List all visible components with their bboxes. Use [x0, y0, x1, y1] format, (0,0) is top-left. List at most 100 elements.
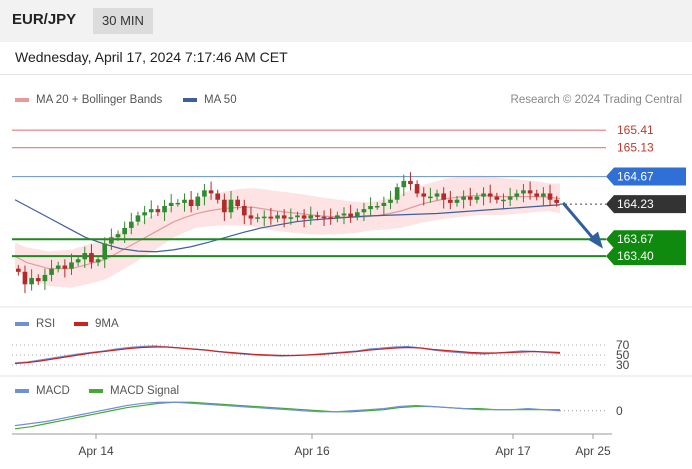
rsi-panel: 705030 [12, 338, 630, 372]
macd-panel: 0 [14, 401, 623, 430]
candle-body [388, 199, 393, 203]
candle-body [89, 253, 94, 263]
candle-body [255, 217, 260, 219]
price-chart[interactable]: 165.41 165.13 164.67 164.23 163.67 163.40 705… [0, 0, 692, 469]
candle-body [501, 199, 506, 202]
price-tag-pivot: 164.67 [606, 167, 686, 186]
candle-body [235, 199, 240, 206]
rsi-level-label: 30 [616, 358, 630, 372]
candle-body [75, 259, 81, 263]
candle-body [295, 215, 300, 218]
candle-body [534, 193, 540, 197]
candle-body [381, 202, 387, 206]
candle-body [122, 227, 127, 235]
candle-body [348, 213, 353, 217]
candle-body [441, 193, 447, 200]
candle-body [474, 196, 480, 200]
candle-body [228, 199, 234, 213]
bollinger-fill [15, 175, 560, 288]
candle-body [308, 215, 314, 219]
candle-body [82, 253, 88, 260]
candle-body [241, 206, 247, 216]
candle-body [115, 234, 121, 238]
candle-body [321, 216, 327, 219]
price-tag-label: 163.67 [617, 232, 654, 246]
candle-body [315, 215, 320, 217]
candle-body [454, 199, 460, 203]
candle-body [168, 202, 174, 206]
candle-body [222, 199, 227, 213]
candle-body [195, 196, 201, 206]
candle-body [215, 193, 221, 200]
candle-body [29, 278, 34, 285]
candle-body [335, 215, 340, 219]
candle-body [102, 243, 108, 260]
candle-body [148, 209, 154, 213]
candle-body [481, 193, 486, 197]
candle-body [188, 199, 194, 206]
candle-body [22, 271, 28, 285]
candle-body [461, 196, 466, 200]
bollinger-band [15, 175, 560, 288]
candle-body [182, 199, 187, 203]
candle-body [288, 217, 294, 219]
candle-body [521, 190, 526, 194]
price-tag-current: 164.23 [606, 195, 686, 214]
candle-body [175, 202, 181, 205]
candle-body [301, 215, 307, 219]
candle-body [448, 199, 453, 203]
candle-body [487, 193, 493, 197]
price-tags: 165.41 165.13 164.67 164.23 163.67 163.40 [606, 123, 686, 266]
candle-body [275, 215, 280, 219]
candle-body [15, 268, 21, 272]
candle-body [434, 193, 440, 197]
price-tag-resistance: 165.13 [617, 141, 654, 155]
candle-body [109, 237, 114, 244]
candle-body [354, 212, 360, 217]
candle-body [541, 193, 546, 197]
price-tag-resistance: 165.41 [617, 123, 654, 137]
macd-zero-label: 0 [616, 404, 623, 418]
candle-body [268, 216, 274, 219]
candle-body [62, 265, 68, 269]
x-tick-label: Apr 25 [575, 444, 611, 458]
price-tag-support: 163.40 [606, 247, 686, 266]
candle-body [69, 262, 74, 269]
x-tick-label: Apr 14 [78, 444, 114, 458]
candle-body [42, 274, 48, 282]
candle-body [341, 213, 347, 216]
x-tick-label: Apr 17 [495, 444, 531, 458]
candle-body [248, 215, 254, 219]
candle-body [95, 259, 101, 263]
candle-body [394, 187, 400, 200]
candle-body [467, 196, 473, 200]
price-tag-label: 164.23 [617, 197, 654, 211]
candle-body [208, 190, 214, 194]
candle-body [408, 180, 413, 185]
x-axis: Apr 14 Apr 16 Apr 17 Apr 25 [78, 434, 611, 458]
price-tag-label: 165.13 [617, 141, 654, 155]
candle-body [135, 215, 141, 222]
price-tag-support: 163.67 [606, 230, 686, 249]
price-tag-label: 163.40 [617, 249, 654, 263]
candle-body [547, 193, 553, 200]
candle-body [162, 206, 167, 213]
candle-body [142, 212, 147, 216]
arrow-shaft [561, 201, 598, 243]
price-tag-label: 164.67 [617, 170, 654, 184]
candle-body [35, 278, 41, 282]
candle-body [261, 216, 267, 219]
candle-body [55, 265, 61, 269]
candle-body [421, 193, 427, 197]
candle-body [328, 217, 334, 219]
macd-signal-line [14, 401, 560, 430]
candle-body [49, 268, 54, 275]
candle-body [527, 190, 533, 194]
candle-body [281, 215, 287, 219]
candle-body [428, 196, 433, 199]
forecast-arrow [561, 201, 603, 249]
x-tick-label: Apr 16 [294, 444, 330, 458]
candle-body [514, 193, 520, 197]
candle-body [361, 209, 367, 213]
candle-body [554, 199, 560, 203]
